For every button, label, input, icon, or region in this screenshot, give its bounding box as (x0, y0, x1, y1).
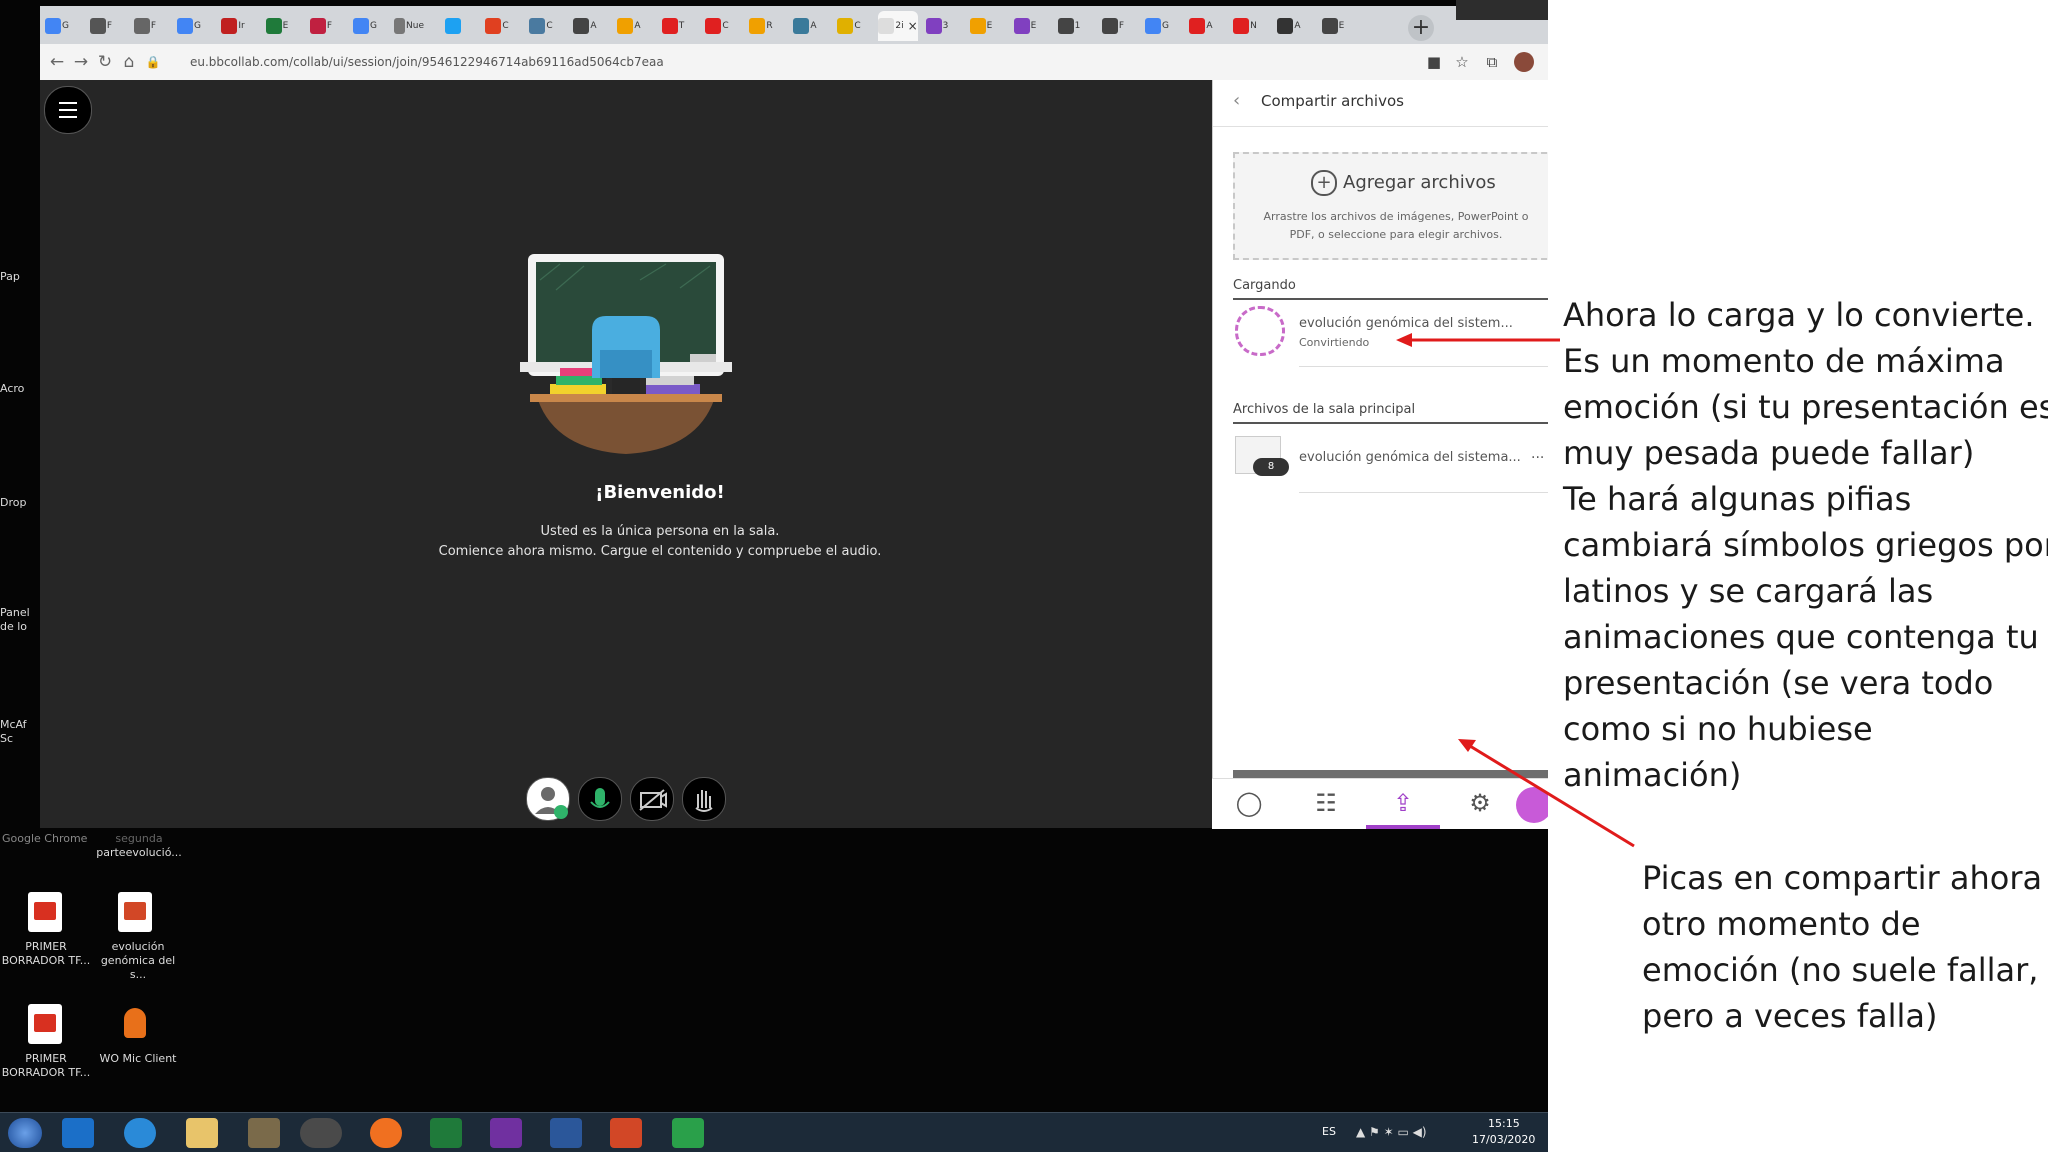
annotation-arrows (1396, 333, 1635, 848)
arrow-to-uploading-file (1396, 333, 1560, 347)
arrow-to-share-now (1458, 739, 1635, 848)
